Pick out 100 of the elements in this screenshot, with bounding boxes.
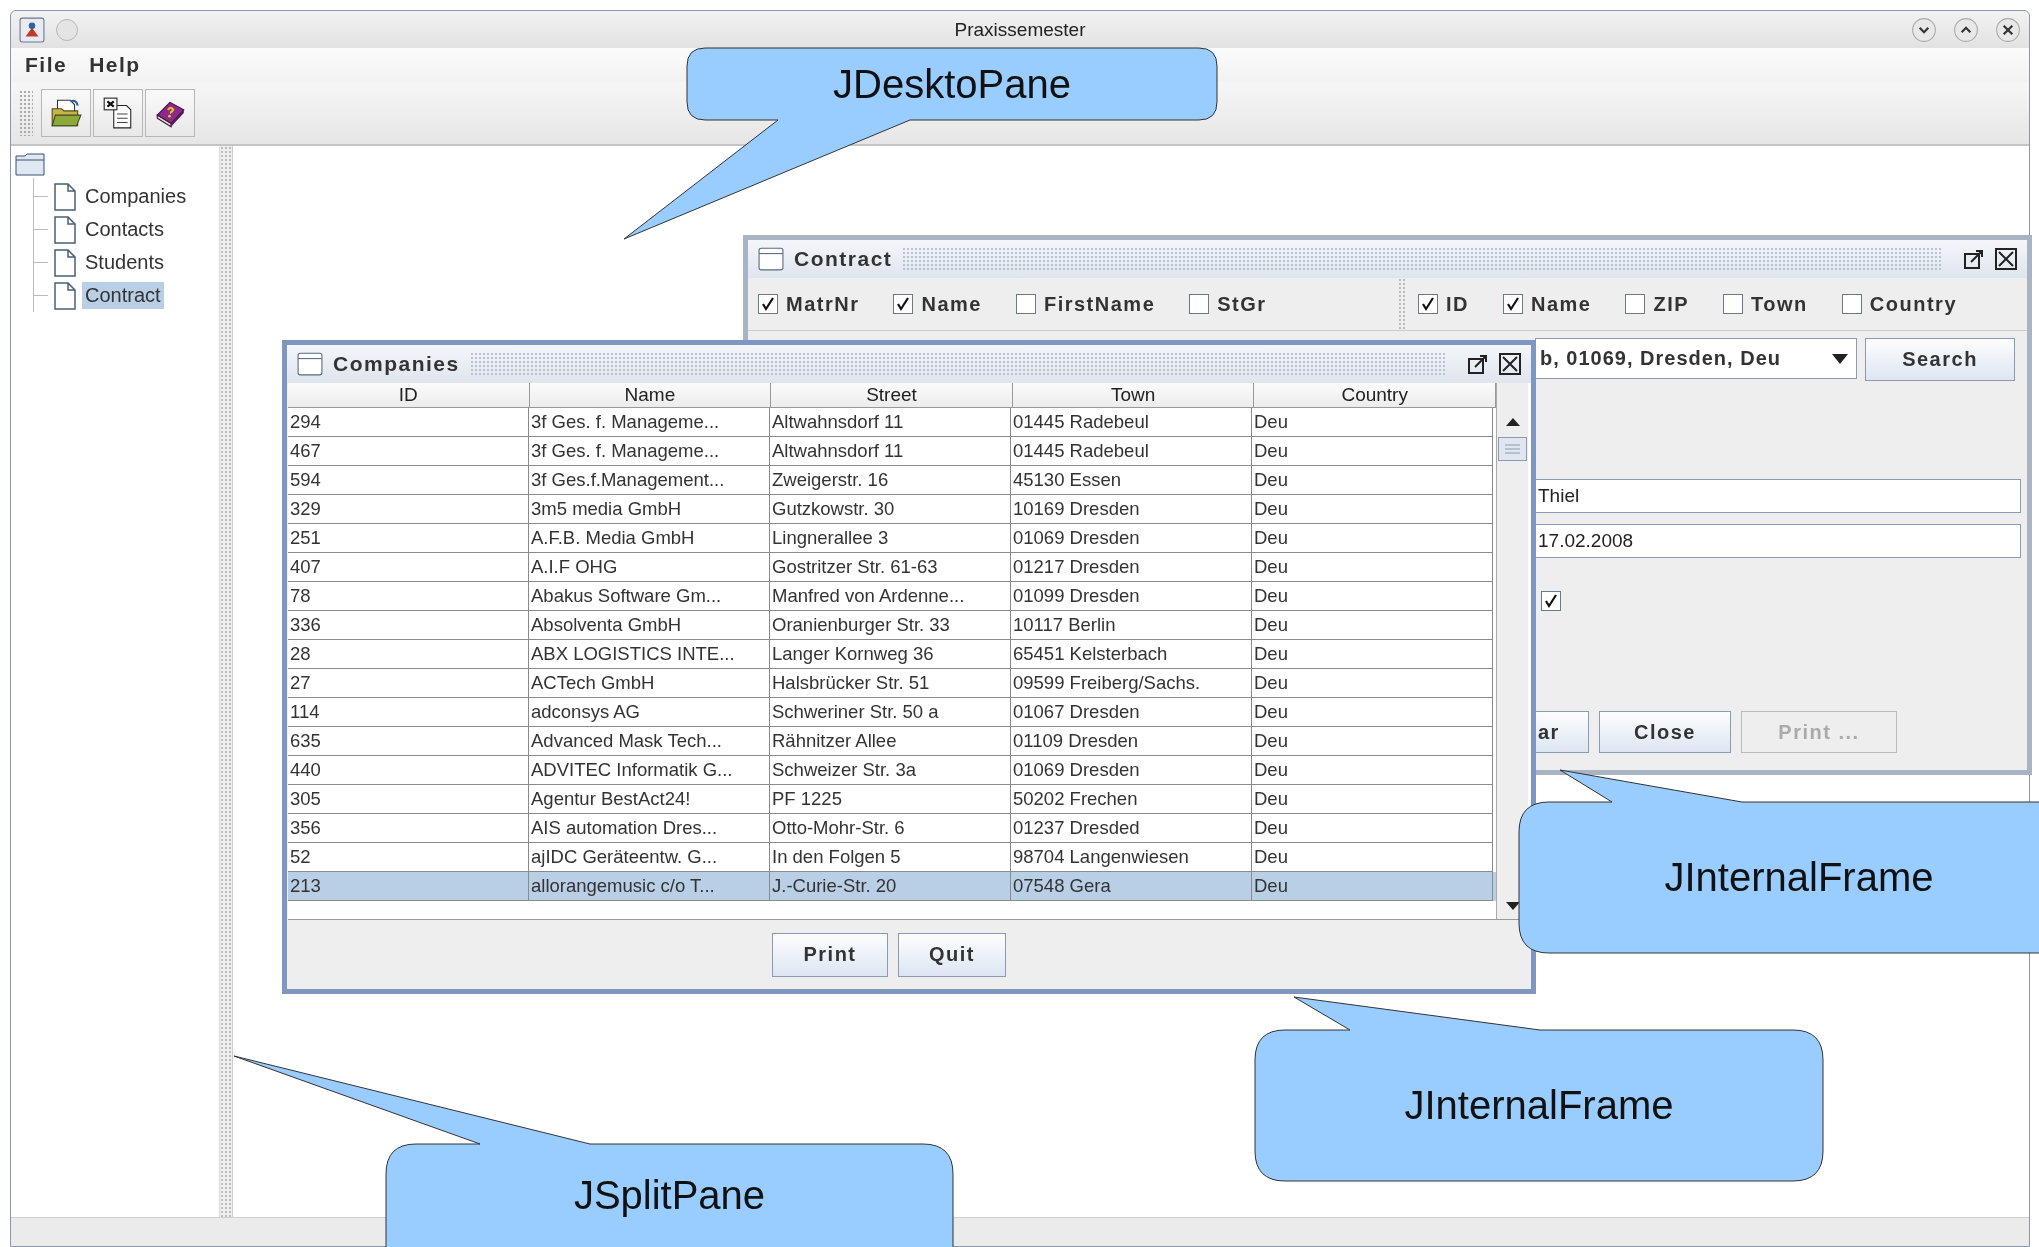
column-checkbox[interactable]: Name — [1503, 292, 1606, 316]
scroll-down-icon[interactable] — [1505, 902, 1520, 910]
window-title: Praxissemester — [954, 18, 1086, 41]
maximize-icon[interactable] — [1467, 353, 1489, 375]
company-dropdown[interactable]: b, 01069, Dresden, Deu — [1535, 338, 1857, 379]
table-row[interactable]: 213 allorangemusic c/o T... J.-Curie-Str. 20 07548 Gera Deu — [288, 872, 1496, 901]
table-cell: 336 — [290, 614, 321, 635]
table-cell: Deu — [1254, 817, 1288, 838]
text-field[interactable]: 17.02.2008 — [1535, 524, 2021, 558]
table-cell: Altwahnsdorf 11 — [772, 440, 904, 461]
checkbox[interactable] — [1723, 294, 1744, 314]
table-row[interactable]: 336 Absolventa GmbH Oranienburger Str. 33 10117 Berlin Deu — [288, 611, 1496, 640]
tree-item[interactable]: Companies — [82, 183, 190, 210]
close-icon[interactable] — [1995, 248, 2017, 270]
document-icon — [54, 215, 76, 244]
table-row[interactable]: 329 3m5 media GmbH Gutzkowstr. 30 10169 Dresden Deu — [288, 495, 1496, 524]
table-cell: AIS automation Dres... — [531, 817, 718, 838]
table-cell: 440 — [290, 759, 321, 780]
maximize-icon[interactable] — [1963, 248, 1985, 270]
table-cell: 01067 Dresden — [1013, 701, 1140, 722]
app-icon[interactable] — [19, 16, 45, 43]
table-cell: J.-Curie-Str. 20 — [772, 875, 897, 896]
search-button[interactable]: Search — [1865, 338, 2015, 381]
checkbox[interactable] — [1541, 591, 1561, 611]
table-cell: 01445 Radebeul — [1013, 440, 1149, 461]
table-cell: Langer Kornweg 36 — [772, 643, 934, 664]
table-cell: 213 — [290, 875, 321, 896]
table-row[interactable]: 467 3f Ges. f. Manageme... Altwahnsdorf 11 01445 Radebeul Deu — [288, 437, 1496, 466]
column-checkbox[interactable]: ID — [1418, 292, 1483, 316]
checkbox[interactable] — [1189, 294, 1210, 314]
column-header[interactable]: Country — [1254, 383, 1496, 408]
column-checkbox[interactable]: FirstName — [1015, 292, 1170, 316]
table-row[interactable]: 28 ABX LOGISTICS INTE... Langer Kornweg 36 65451 Kelsterbach Deu — [288, 640, 1496, 669]
table-cell: In den Folgen 5 — [772, 846, 901, 867]
table-cell: Manfred von Ardenne... — [772, 585, 965, 606]
table-cell: 01217 Dresden — [1013, 556, 1140, 577]
table-cell: 09599 Freiberg/Sachs. — [1013, 672, 1201, 693]
table-cell: Gutzkowstr. 30 — [772, 498, 895, 519]
toolbar-grip[interactable] — [19, 90, 33, 136]
table-row[interactable]: 305 Agentur BestAct24! PF 1225 50202 Frechen Deu — [288, 785, 1496, 814]
table-row[interactable]: 594 3f Ges.f.Management... Zweigerstr. 16 45130 Essen Deu — [288, 466, 1496, 495]
minimize-icon[interactable] — [1911, 16, 1937, 43]
maximize-icon[interactable] — [1953, 16, 1979, 43]
document-icon — [54, 248, 76, 277]
close-document-button[interactable] — [93, 89, 143, 137]
table-cell: 10117 Berlin — [1013, 614, 1116, 635]
dialog-button[interactable]: Close — [1599, 711, 1731, 753]
column-header[interactable]: ID — [288, 383, 530, 408]
table-cell: ACTech GmbH — [531, 672, 655, 693]
column-checkbox[interactable]: ZIP — [1625, 292, 1704, 316]
table-row[interactable]: 294 3f Ges. f. Manageme... Altwahnsdorf 11 01445 Radebeul Deu — [288, 408, 1496, 437]
tree-item[interactable]: Contract — [82, 282, 164, 309]
close-icon[interactable] — [1499, 353, 1521, 375]
table-cell: Absolventa GmbH — [531, 614, 682, 635]
table-row[interactable]: 635 Advanced Mask Tech... Rähnitzer Allee 01109 Dresden Deu — [288, 727, 1496, 756]
dialog-button[interactable]: Print — [772, 932, 888, 977]
menu-item[interactable]: Help — [89, 53, 141, 77]
table-cell: 3f Ges. f. Manageme... — [531, 440, 720, 461]
table-cell: Schweriner Str. 50 a — [772, 701, 939, 722]
folder-icon[interactable] — [15, 152, 45, 176]
table-row[interactable]: 356 AIS automation Dres... Otto-Mohr-Str. 6 01237 Dresded Deu — [288, 814, 1496, 843]
checkbox[interactable] — [893, 294, 914, 314]
column-header[interactable]: Street — [771, 383, 1013, 408]
table-row[interactable]: 251 A.F.B. Media GmbH Lingnerallee 3 01069 Dresden Deu — [288, 524, 1496, 553]
help-book-button[interactable] — [145, 89, 195, 137]
scroll-thumb[interactable] — [1498, 437, 1527, 461]
table-row[interactable]: 440 ADVITEC Informatik G... Schweizer Str. 3a 01069 Dresden Deu — [288, 756, 1496, 785]
scroll-up-icon[interactable] — [1505, 418, 1520, 426]
window-title: Contract — [794, 247, 893, 271]
checkbox[interactable] — [1841, 294, 1862, 314]
table-cell: 50202 Frechen — [1013, 788, 1138, 809]
column-checkbox[interactable]: Name — [893, 292, 996, 316]
column-checkbox[interactable]: MatrNr — [758, 292, 874, 316]
menu-item[interactable]: File — [25, 53, 68, 77]
column-header[interactable]: Name — [529, 383, 772, 408]
tree-item[interactable]: Contacts — [82, 216, 167, 243]
checkbox[interactable] — [1418, 294, 1438, 314]
table-row[interactable]: 27 ACTech GmbH Halsbrücker Str. 51 09599 Freiberg/Sachs. Deu — [288, 669, 1496, 698]
close-icon[interactable] — [1995, 16, 2021, 43]
text-field[interactable]: Thiel — [1535, 479, 2021, 513]
table-cell: 329 — [290, 498, 321, 519]
checkbox[interactable] — [1625, 294, 1646, 314]
tree-item[interactable]: Students — [82, 249, 167, 276]
table-row[interactable]: 114 adconsys AG Schweriner Str. 50 a 01067 Dresden Deu — [288, 698, 1496, 727]
table-row[interactable]: 78 Abakus Software Gm... Manfred von Ardenne... 01099 Dresden Deu — [288, 582, 1496, 611]
table-row[interactable]: 407 A.I.F OHG Gostritzer Str. 61-63 01217 Dresden Deu — [288, 553, 1496, 582]
column-checkbox[interactable]: StGr — [1189, 292, 1281, 316]
dialog-button[interactable]: Quit — [898, 932, 1006, 977]
column-checkbox[interactable]: Country — [1841, 292, 1971, 316]
checkbox[interactable] — [758, 294, 778, 314]
table-cell: 27 — [290, 672, 311, 693]
table-cell: 594 — [290, 469, 321, 490]
table-cell: Schweizer Str. 3a — [772, 759, 916, 780]
column-header[interactable]: Town — [1012, 383, 1255, 408]
scrollbar[interactable] — [1496, 383, 1528, 919]
open-folder-button[interactable] — [41, 89, 91, 137]
checkbox[interactable] — [1503, 294, 1523, 314]
dialog-button[interactable]: ar — [1535, 711, 1589, 753]
column-checkbox[interactable]: Town — [1723, 292, 1822, 316]
checkbox[interactable] — [1015, 294, 1036, 314]
